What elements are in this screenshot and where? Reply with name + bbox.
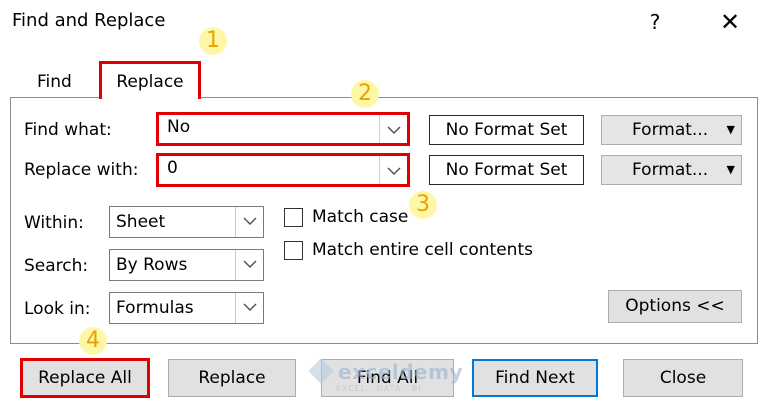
- match-entire-checkbox[interactable]: [284, 241, 303, 260]
- find-next-button[interactable]: Find Next: [472, 359, 598, 397]
- look-in-label: Look in:: [24, 299, 91, 319]
- annotation-badge-4: 4: [79, 327, 107, 355]
- match-case-checkbox[interactable]: [284, 208, 303, 227]
- within-value: Sheet: [116, 212, 166, 232]
- chevron-down-icon[interactable]: [379, 115, 407, 143]
- look-in-value: Formulas: [116, 298, 194, 318]
- annotation-badge-3: 3: [409, 191, 437, 219]
- replace-all-button[interactable]: Replace All: [20, 358, 150, 398]
- search-select[interactable]: By Rows: [109, 249, 264, 281]
- replace-format-button[interactable]: Format... ▼: [601, 155, 742, 185]
- find-format-button-label: Format...: [632, 120, 709, 140]
- search-value: By Rows: [116, 255, 188, 275]
- find-format-button[interactable]: Format... ▼: [601, 115, 742, 145]
- find-what-label: Find what:: [24, 120, 112, 140]
- replace-with-value: 0: [167, 158, 178, 178]
- find-format-status: No Format Set: [429, 115, 584, 145]
- match-case-label[interactable]: Match case: [312, 207, 408, 227]
- help-button[interactable]: ?: [635, 6, 675, 38]
- tab-find[interactable]: Find: [37, 72, 72, 92]
- options-button[interactable]: Options <<: [608, 290, 742, 323]
- annotation-badge-1: 1: [199, 27, 227, 55]
- triangle-down-icon: ▼: [726, 163, 735, 176]
- annotation-badge-2: 2: [351, 80, 379, 108]
- within-label: Within:: [24, 213, 84, 233]
- search-label: Search:: [24, 256, 89, 276]
- chevron-down-icon[interactable]: [379, 156, 407, 184]
- chevron-down-icon[interactable]: [235, 250, 263, 280]
- replace-format-status: No Format Set: [429, 155, 584, 185]
- tab-replace[interactable]: Replace: [99, 61, 201, 99]
- watermark-tagline: EXCEL · DATA · BI: [336, 384, 422, 393]
- look-in-select[interactable]: Formulas: [109, 292, 264, 324]
- window-title: Find and Replace: [12, 10, 166, 31]
- chevron-down-icon[interactable]: [235, 293, 263, 323]
- replace-format-button-label: Format...: [632, 160, 709, 180]
- replace-with-input[interactable]: 0: [156, 153, 410, 187]
- match-entire-label[interactable]: Match entire cell contents: [312, 240, 533, 260]
- within-select[interactable]: Sheet: [109, 206, 264, 238]
- find-what-value: No: [167, 117, 191, 137]
- chevron-down-icon[interactable]: [235, 207, 263, 237]
- close-button[interactable]: Close: [623, 359, 743, 397]
- triangle-down-icon: ▼: [726, 123, 735, 136]
- close-window-button[interactable]: ✕: [710, 6, 750, 38]
- find-what-input[interactable]: No: [156, 112, 410, 146]
- watermark-name: exceldemy: [338, 360, 463, 384]
- replace-button[interactable]: Replace: [168, 359, 296, 397]
- replace-with-label: Replace with:: [24, 160, 139, 180]
